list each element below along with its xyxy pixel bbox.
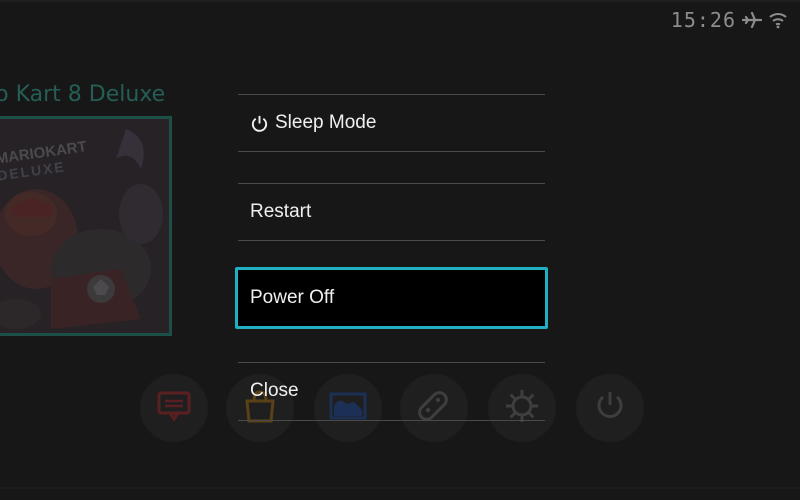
power-off-label: Power Off (250, 287, 335, 308)
power-off-option[interactable]: Power Off (235, 267, 548, 329)
bottom-divider (0, 487, 800, 489)
status-bar: 15:26 (671, 8, 788, 32)
menu-divider (238, 420, 545, 421)
menu-divider (238, 151, 545, 152)
clock: 15:26 (670, 8, 736, 32)
power-icon (592, 388, 628, 428)
power-button[interactable] (576, 374, 644, 442)
top-divider (0, 0, 800, 2)
airplane-icon (742, 11, 762, 29)
news-button[interactable] (140, 374, 208, 442)
sleep-mode-label: Sleep Mode (275, 112, 377, 133)
power-options-menu: Sleep Mode Restart Power Off Close (235, 94, 548, 421)
game-title: rio Kart 8 Deluxe (0, 82, 166, 107)
close-label: Close (250, 380, 299, 401)
menu-divider (238, 240, 545, 241)
news-icon (156, 389, 192, 427)
wifi-icon (768, 11, 788, 29)
restart-label: Restart (250, 201, 312, 222)
game-tile[interactable]: MARIOKART DELUXE (0, 116, 172, 336)
restart-option[interactable]: Restart (238, 184, 545, 240)
close-option[interactable]: Close (238, 363, 545, 419)
sleep-mode-option[interactable]: Sleep Mode (238, 95, 545, 151)
power-icon (250, 114, 269, 133)
